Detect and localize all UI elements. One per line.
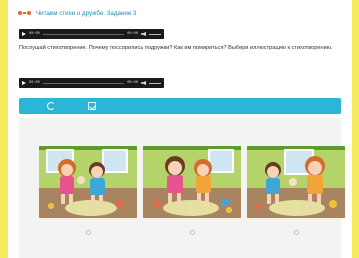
refresh-button[interactable] [46,101,56,111]
audio-progress-track[interactable] [42,33,125,35]
volume-slider[interactable] [149,82,161,84]
illustration-girls-fighting [39,146,137,218]
illustration-girls-arguing [143,146,241,218]
play-icon[interactable] [22,32,26,36]
volume-icon[interactable] [141,81,146,85]
option-radio-2[interactable] [190,230,195,235]
play-icon[interactable] [22,81,26,85]
lesson-icon [18,11,31,15]
exercise-header: Читаем стихи о дружбе. Задание 3 [18,7,136,19]
task-instructions: Послушай стихотворение. Почему поссорили… [19,45,333,51]
volume-icon[interactable] [141,32,146,36]
exercise-toolbar [19,98,341,114]
audio-time-total: 00:00 [127,81,138,85]
option-card-3[interactable] [247,146,345,218]
page-title: Читаем стихи о дружбе. Задание 3 [36,9,137,17]
answer-options-area [19,118,345,258]
volume-slider[interactable] [149,33,161,35]
illustration-girls-sharing [247,146,345,218]
check-button[interactable] [87,101,97,111]
audio-time-current: 00:00 [29,32,40,36]
audio-progress-track[interactable] [42,82,125,84]
option-card-2[interactable] [143,146,241,218]
exercise-page: Читаем стихи о дружбе. Задание 3 00:00 0… [8,0,352,258]
audio-player-1[interactable]: 00:00 00:00 [19,29,164,39]
refresh-icon [47,102,55,110]
check-icon [88,102,96,110]
audio-time-current: 00:00 [29,81,40,85]
option-card-1[interactable] [39,146,137,218]
option-radio-1[interactable] [86,230,91,235]
audio-player-2[interactable]: 00:00 00:00 [19,78,164,88]
option-radio-3[interactable] [294,230,299,235]
audio-time-total: 00:00 [127,32,138,36]
